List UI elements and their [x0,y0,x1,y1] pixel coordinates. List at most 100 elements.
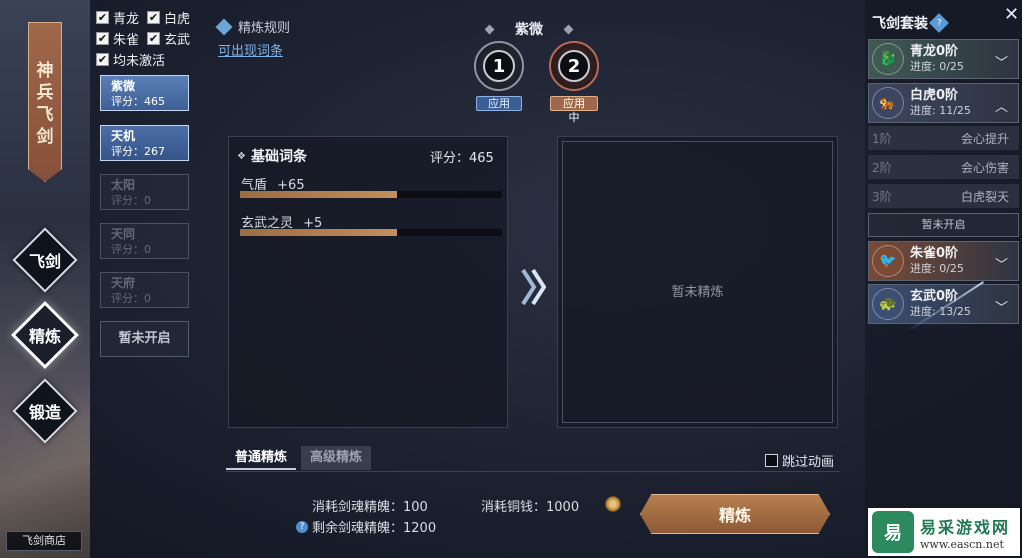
set-locked-button[interactable]: 暂未开启 [868,213,1019,237]
plan-name: 天机 [111,129,136,143]
slot-2-button[interactable]: 2 [549,41,599,91]
nav-flying-sword-button[interactable]: 飞剑 [16,231,74,289]
logo-emblem-icon: 易 [872,511,914,553]
sword-shop-button[interactable]: 飞剑商店 [6,531,82,551]
plan-score: 评分：0 [111,243,151,256]
plan-locked-button[interactable]: 暂未开启 [100,321,189,357]
sets-header: 飞剑套装 ? [872,13,949,33]
banner-char: 飞 [36,105,54,125]
baihu-emblem-icon: 🐅 [872,87,904,119]
chevron-down-icon[interactable]: ﹀ [995,297,1008,316]
plan-score: 评分：0 [111,292,151,305]
nav-label: 飞剑 [28,252,61,271]
filter-label: 青龙 [113,12,140,27]
title-banner: 神 兵 飞 剑 [28,22,62,182]
plan-card-tianji[interactable]: 天机 评分：267 [100,125,189,161]
decor-diamond-icon [563,24,574,34]
tab-divider [226,471,840,472]
current-plan-title: 紫微 [515,22,543,38]
copper-cost: 消耗铜钱：1000 [481,500,580,515]
checkbox-skip-animation[interactable] [765,454,778,467]
bullet-diamond-icon: ❖ [237,150,246,162]
help-icon[interactable]: ? [296,520,308,533]
copper-coin-icon [605,496,621,512]
rules-header: 精炼规则 [215,17,291,36]
slot-2-applied-tag: 应用中 [550,96,598,124]
tier-level: 1阶 [872,131,892,146]
tier-row: 2阶 会心伤害 [868,155,1019,179]
filter-label: 均未激活 [113,54,166,69]
possible-entries-link[interactable]: 可出现词条 [218,40,283,59]
nav-forge-button[interactable]: 锻造 [16,382,74,440]
chevron-down-icon[interactable]: ﹀ [995,254,1008,273]
plan-name: 太阳 [111,178,136,192]
filter-row: ✔ 青龙 ✔ 白虎 [96,8,190,27]
skip-animation-label: 跳过动画 [782,455,835,470]
plan-card-tianfu[interactable]: 天府 评分：0 [100,272,189,308]
info-diamond-icon [215,18,233,35]
base-stats-header: ❖ 基础词条 [237,146,307,166]
xuanwu-emblem-icon: 🐢 [872,288,904,320]
set-name: 朱雀0阶 [910,246,959,261]
decor-diamond-icon [484,24,495,34]
slot-1-apply-tag[interactable]: 应用 [476,96,522,111]
plan-card-ziwei[interactable]: 紫微 评分：465 [100,75,189,111]
filter-label: 玄武 [164,33,191,48]
set-card-baihu[interactable]: 🐅 白虎0阶 进度: 11/25 ︿ [868,83,1019,123]
checkbox-qinglong[interactable]: ✔ [96,11,109,24]
tab-advanced-refine[interactable]: 高级精炼 [301,446,372,470]
plan-name: 紫微 [111,79,136,93]
plan-card-taiyang[interactable]: 太阳 评分：0 [100,174,189,210]
soul-remaining: 剩余剑魂精魄：1200 [312,521,437,536]
close-icon[interactable]: ✕ [1004,4,1019,25]
filter-row: ✔ 朱雀 ✔ 玄武 [96,29,190,48]
stat-bar-fill [240,229,398,236]
banner-char: 剑 [36,127,54,147]
nav-refine-button[interactable]: 精炼 [16,306,74,364]
nav-label: 锻造 [28,403,61,422]
set-card-zhuque[interactable]: 🐦 朱雀0阶 进度: 0/25 ﹀ [868,241,1019,281]
help-icon[interactable]: ? [929,13,949,33]
current-plan-header: 紫微 [484,19,574,39]
checkbox-none-activated[interactable]: ✔ [96,53,109,66]
plan-score: 评分：465 [111,95,165,108]
logo-title: 易采游戏网 [920,517,1011,537]
plan-card-tiantong[interactable]: 天同 评分：0 [100,223,189,259]
plan-score: 评分：267 [111,145,165,158]
banner-char: 神 [36,61,54,81]
set-card-xuanwu[interactable]: 🐢 玄武0阶 进度: 13/25 ﹀ [868,284,1019,324]
checkbox-baihu[interactable]: ✔ [147,11,161,24]
watermark-logo: 易 易采游戏网 www.eascn.net [868,508,1020,556]
nav-label: 精炼 [28,327,61,346]
slot-number: 2 [558,50,590,82]
chevron-up-icon[interactable]: ︿ [995,96,1008,115]
filter-row: ✔ 均未激活 [96,50,165,69]
checkbox-zhuque[interactable]: ✔ [96,32,109,45]
skip-animation-toggle[interactable]: 跳过动画 [765,451,834,470]
plan-name: 天同 [111,227,136,241]
base-stats-score: 评分：465 [430,151,494,166]
refine-button[interactable]: 精炼 [640,494,830,534]
plan-score: 评分：0 [111,194,151,207]
chevron-down-icon[interactable]: ﹀ [995,52,1008,71]
set-name: 白虎0阶 [910,88,959,103]
zhuque-emblem-icon: 🐦 [872,245,904,277]
base-stats-title: 基础词条 [250,149,307,165]
slot-number: 1 [483,50,515,82]
tab-normal-refine[interactable]: 普通精炼 [226,446,297,470]
double-chevron-right-icon [520,266,548,312]
set-card-qinglong[interactable]: 🐉 青龙0阶 进度: 0/25 ﹀ [868,39,1019,79]
result-placeholder: 暂未精炼 [671,285,724,300]
tier-level: 2阶 [872,160,892,175]
tier-level: 3阶 [872,189,892,204]
qinglong-emblem-icon: 🐉 [872,43,904,75]
stat-bar-track [240,191,502,198]
slot-1-button[interactable]: 1 [474,41,524,91]
soul-remaining-row: ? 剩余剑魂精魄：1200 [296,517,436,536]
set-progress: 进度: 0/25 [910,60,964,73]
checkbox-xuanwu[interactable]: ✔ [147,32,161,45]
set-name: 青龙0阶 [910,44,959,59]
tier-row: 3阶 白虎裂天 [868,184,1019,208]
rules-title: 精炼规则 [238,21,291,36]
banner-char: 兵 [36,83,54,103]
